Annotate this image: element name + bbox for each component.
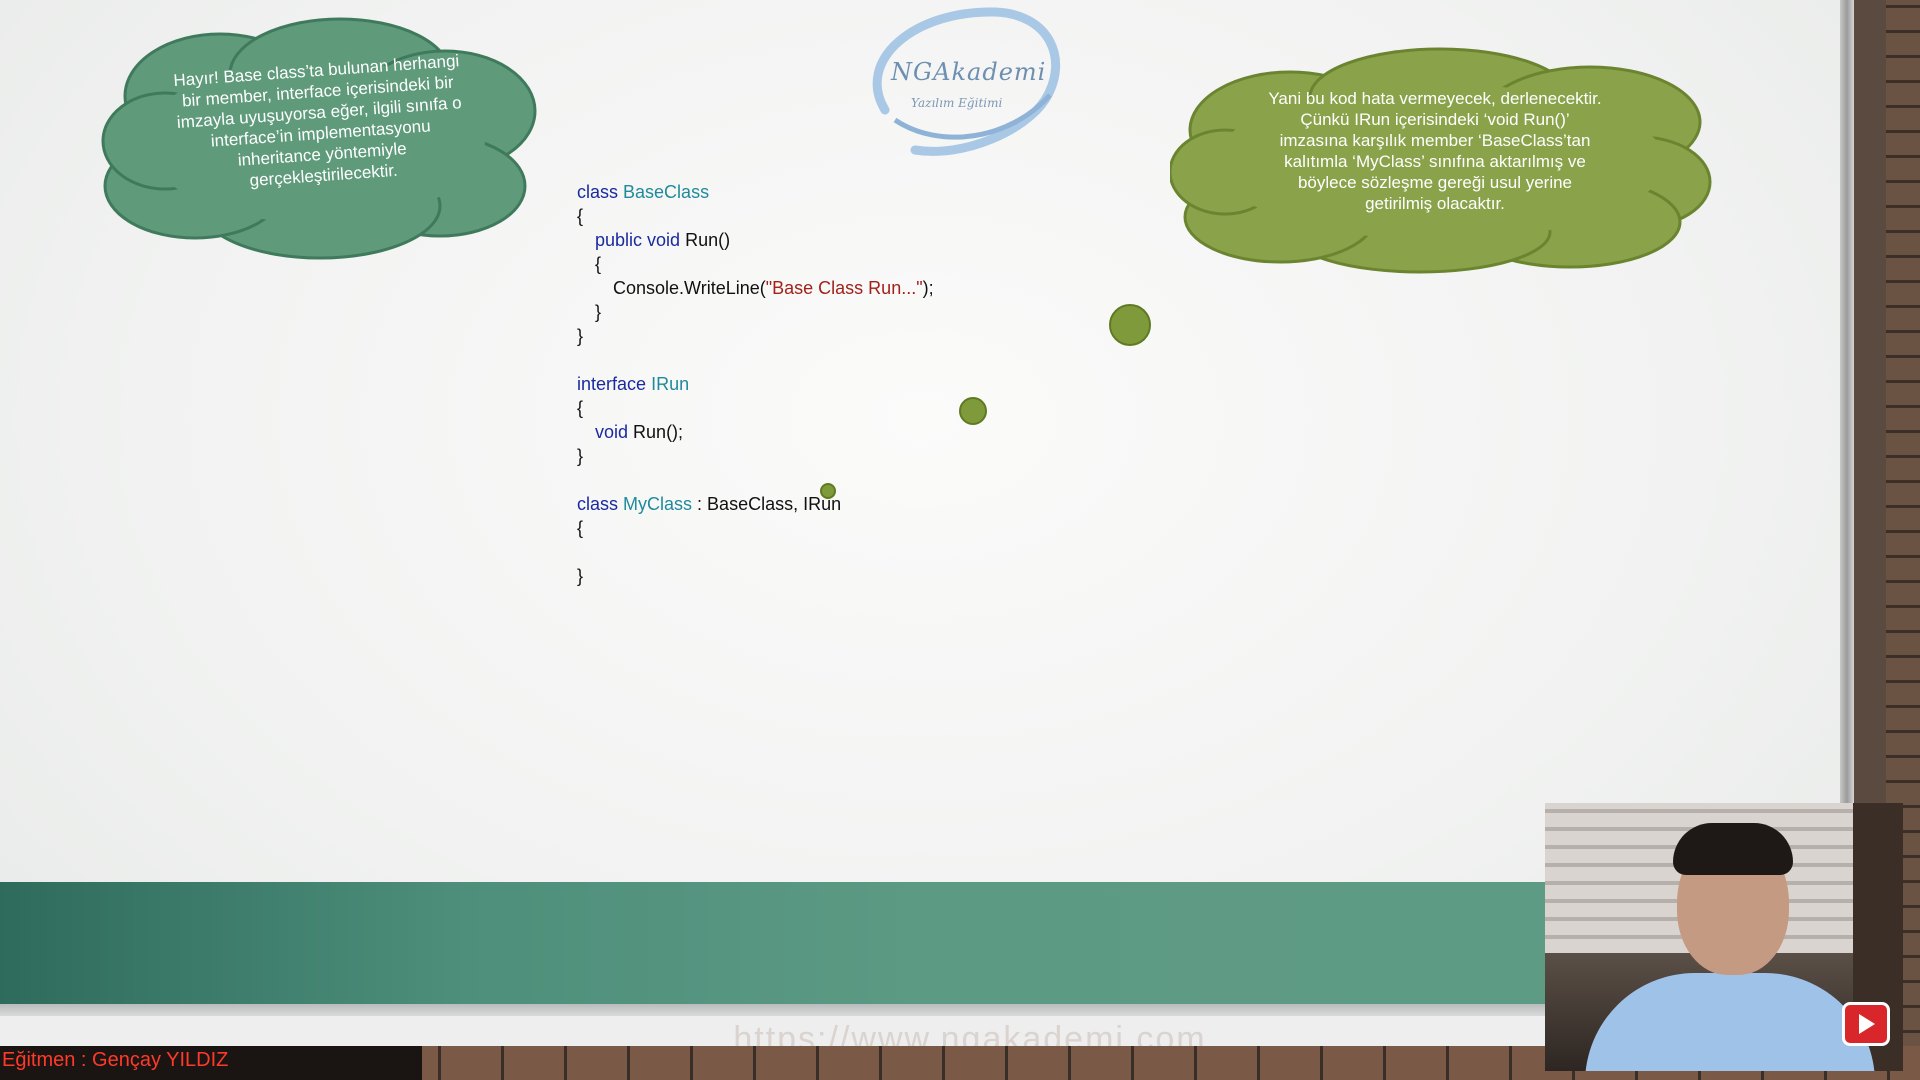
ngakademi-logo: NGAkademi Yazılım Eğitimi (845, 0, 1075, 160)
code-line-11: void Run(); (577, 420, 934, 444)
code-block: class BaseClass { public void Run() { Co… (577, 180, 934, 588)
right-thought-cloud: Yani bu kod hata vermeyecek, derlenecekt… (1170, 42, 1716, 274)
code-line-7: } (577, 326, 584, 346)
string-literal: "Base Class Run..." (765, 278, 923, 298)
logo-name: NGAkademi (891, 58, 1047, 86)
code-line-6: } (595, 302, 602, 322)
play-triangle-icon (1859, 1014, 1875, 1034)
code-line-4: { (595, 254, 602, 274)
code-text: : BaseClass, IRun (692, 494, 842, 514)
code-line-10: { (577, 398, 584, 418)
left-thought-cloud: Hayır! Base class’ta bulunan herhangi bi… (100, 16, 544, 262)
instructor-caption: Eğitmen : Gençay YILDIZ (0, 1046, 422, 1080)
type-name: MyClass (623, 494, 693, 514)
code-line-3: public void Run() (577, 228, 934, 252)
bubble-dot-medium (959, 397, 987, 425)
keyword: void (595, 422, 629, 442)
band-shadow (0, 1004, 1545, 1016)
keyword: public void (595, 230, 681, 250)
bubble-dot-small (820, 483, 836, 499)
type-name: IRun (651, 374, 690, 394)
keyword: interface (577, 374, 647, 394)
code-line-17: } (577, 566, 584, 586)
code-text: Console.WriteLine( (613, 278, 766, 298)
keyword: class (577, 494, 619, 514)
left-cloud-text: Hayır! Base class’ta bulunan herhangi bi… (172, 51, 463, 191)
code-text: Run(); (633, 422, 684, 442)
bubble-dot-large (1109, 304, 1151, 346)
logo-subtitle: Yazılım Eğitimi (911, 96, 1003, 110)
right-cloud-text: Yani bu kod hata vermeyecek, derlenecekt… (1268, 89, 1602, 213)
code-line-12: } (577, 446, 584, 466)
code-text: ); (922, 278, 934, 298)
code-line-1: class BaseClass (577, 180, 934, 204)
code-line-5: Console.WriteLine("Base Class Run..."); (577, 276, 934, 300)
code-line-15: { (577, 518, 584, 538)
code-line-14: class MyClass : BaseClass, IRun (577, 492, 934, 516)
code-line-2: { (577, 206, 584, 226)
presenter-body (1585, 973, 1875, 1071)
code-line-9: interface IRun (577, 372, 934, 396)
code-text: Run() (685, 230, 731, 250)
type-name: BaseClass (623, 182, 710, 202)
keyword: class (577, 182, 619, 202)
youtube-play-icon[interactable] (1842, 1002, 1890, 1046)
teal-footer-band (0, 882, 1545, 1004)
presenter-hair (1673, 823, 1793, 875)
